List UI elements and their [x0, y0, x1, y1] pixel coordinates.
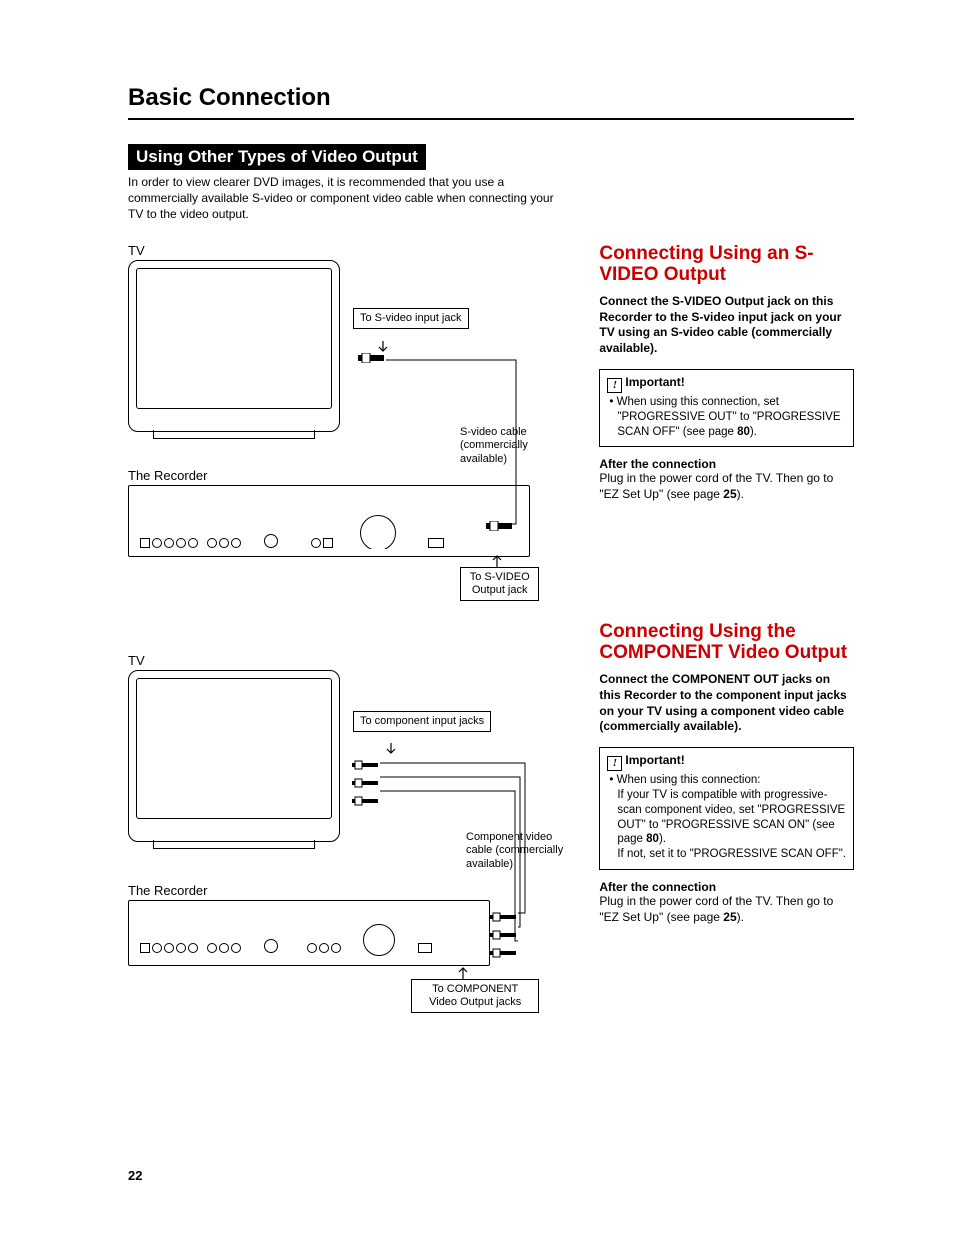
important-text: When using this connection, set "PROGRES… [617, 396, 841, 438]
heading-component: Connecting Using the COMPONENT Video Out… [599, 621, 854, 665]
after-text: Plug in the power cord of the TV. Then g… [599, 471, 833, 501]
important-box-component: !Important! • When using this connection… [599, 747, 854, 871]
intro-paragraph: In order to view clearer DVD images, it … [128, 174, 568, 223]
callout-component-input: To component input jacks [353, 711, 491, 732]
callout-text: To S-video input jack [360, 312, 462, 324]
important-text: When using this connection: [617, 774, 761, 786]
important-label: Important! [625, 375, 684, 389]
tv-label: TV [128, 653, 539, 668]
callout-text: To component input jacks [360, 715, 484, 727]
callout-text: To S-VIDEO Output jack [470, 571, 530, 596]
callout-text: To COMPONENT Video Output jacks [429, 983, 521, 1008]
after-text: Plug in the power cord of the TV. Then g… [599, 894, 833, 924]
important-text: ). [750, 426, 757, 438]
tv-label: TV [128, 243, 539, 258]
page-title: Basic Connection [128, 84, 854, 112]
tv-illustration [128, 260, 340, 432]
callout-svideo-output: To S-VIDEO Output jack [460, 567, 539, 601]
section-heading: Using Other Types of Video Output [128, 144, 426, 170]
after-connection-body: Plug in the power cord of the TV. Then g… [599, 471, 854, 502]
important-icon: ! [607, 756, 622, 771]
cable-line [380, 761, 530, 951]
arrow-down-icon [386, 743, 396, 757]
important-text: If not, set it to "PROGRESSIVE SCAN OFF"… [617, 848, 846, 860]
page-ref: 80 [646, 833, 659, 845]
recorder-label: The Recorder [128, 468, 207, 483]
after-text: ). [737, 910, 744, 924]
rca-plug-icon [352, 760, 380, 770]
tv-illustration [128, 670, 340, 842]
important-label: Important! [625, 753, 684, 767]
page-ref: 25 [723, 487, 736, 501]
callout-svideo-input: To S-video input jack [353, 308, 469, 329]
page-number: 22 [128, 1168, 142, 1183]
after-text: ). [737, 487, 744, 501]
after-connection-head: After the connection [599, 457, 854, 471]
rca-plug-icon [352, 778, 380, 788]
diagram-component: TV To component input jacks Component vi… [128, 653, 539, 1033]
important-body: • When using this connection: If your TV… [607, 773, 846, 863]
important-body: • When using this connection, set "PROGR… [607, 395, 846, 440]
arrow-up-icon [458, 965, 468, 979]
recorder-label: The Recorder [128, 883, 207, 898]
after-connection-head: After the connection [599, 880, 854, 894]
page-ref: 80 [737, 426, 750, 438]
diagram-svideo: TV To S-video input jack S-video cable (… [128, 243, 539, 613]
cable-line [386, 356, 526, 528]
instruction-component: Connect the COMPONENT OUT jacks on this … [599, 672, 854, 734]
important-text: ). [659, 833, 666, 845]
important-icon: ! [607, 378, 622, 393]
important-box-svideo: !Important! • When using this connection… [599, 369, 854, 448]
rca-plug-icon [352, 796, 380, 806]
svideo-plug-icon [358, 353, 386, 363]
arrow-up-icon [492, 553, 502, 567]
after-connection-body: Plug in the power cord of the TV. Then g… [599, 894, 854, 925]
title-rule [128, 118, 854, 120]
instruction-svideo: Connect the S-VIDEO Output jack on this … [599, 294, 854, 356]
callout-component-output: To COMPONENT Video Output jacks [411, 979, 539, 1013]
heading-svideo: Connecting Using an S-VIDEO Output [599, 243, 854, 287]
page-ref: 25 [723, 910, 736, 924]
